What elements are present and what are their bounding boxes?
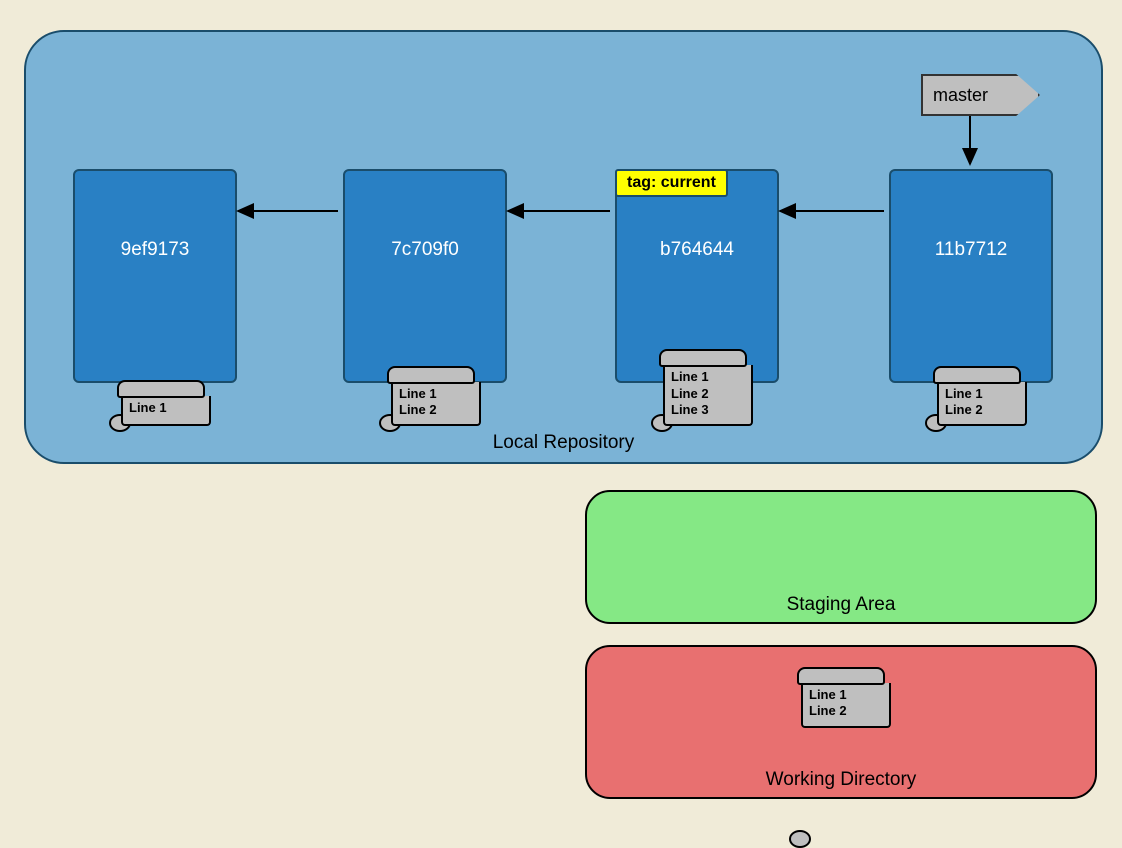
commit-box: tag: current b764644 Line 1 Line 2 Line … bbox=[615, 169, 779, 383]
arrow-commit-parent bbox=[780, 210, 884, 212]
file-scroll-icon: Line 1 Line 2 bbox=[797, 667, 882, 842]
file-contents: Line 1 Line 2 bbox=[801, 683, 891, 728]
arrow-commit-parent bbox=[508, 210, 610, 212]
working-directory-label: Working Directory bbox=[766, 769, 917, 791]
file-scroll-icon: Line 1 Line 2 Line 3 bbox=[659, 349, 744, 426]
arrow-master-to-commit bbox=[969, 116, 971, 164]
commit-hash: 11b7712 bbox=[891, 239, 1051, 261]
commit-hash: 9ef9173 bbox=[75, 239, 235, 261]
staging-area-panel: Staging Area bbox=[585, 490, 1097, 624]
commit-box: 11b7712 Line 1 Line 2 bbox=[889, 169, 1053, 383]
tag-label: tag: current bbox=[615, 169, 728, 197]
master-branch-badge: master bbox=[921, 74, 1040, 116]
local-repository-panel: Local Repository master 9ef9173 Line 1 7… bbox=[24, 30, 1103, 464]
local-repository-label: Local Repository bbox=[493, 432, 635, 454]
commit-hash: 7c709f0 bbox=[345, 239, 505, 261]
file-contents: Line 1 bbox=[121, 396, 211, 426]
file-scroll-icon: Line 1 Line 2 bbox=[933, 366, 1018, 427]
commit-hash: b764644 bbox=[617, 239, 777, 261]
commit-box: 7c709f0 Line 1 Line 2 bbox=[343, 169, 507, 383]
commit-box: 9ef9173 Line 1 bbox=[73, 169, 237, 383]
file-contents: Line 1 Line 2 bbox=[937, 382, 1027, 427]
master-branch-label: master bbox=[933, 85, 988, 106]
working-directory-panel: Line 1 Line 2 Working Directory bbox=[585, 645, 1097, 799]
file-contents: Line 1 Line 2 Line 3 bbox=[663, 365, 753, 426]
file-scroll-icon: Line 1 bbox=[117, 380, 202, 426]
arrow-commit-parent bbox=[238, 210, 338, 212]
file-contents: Line 1 Line 2 bbox=[391, 382, 481, 427]
staging-area-label: Staging Area bbox=[787, 594, 896, 616]
file-scroll-icon: Line 1 Line 2 bbox=[387, 366, 472, 427]
